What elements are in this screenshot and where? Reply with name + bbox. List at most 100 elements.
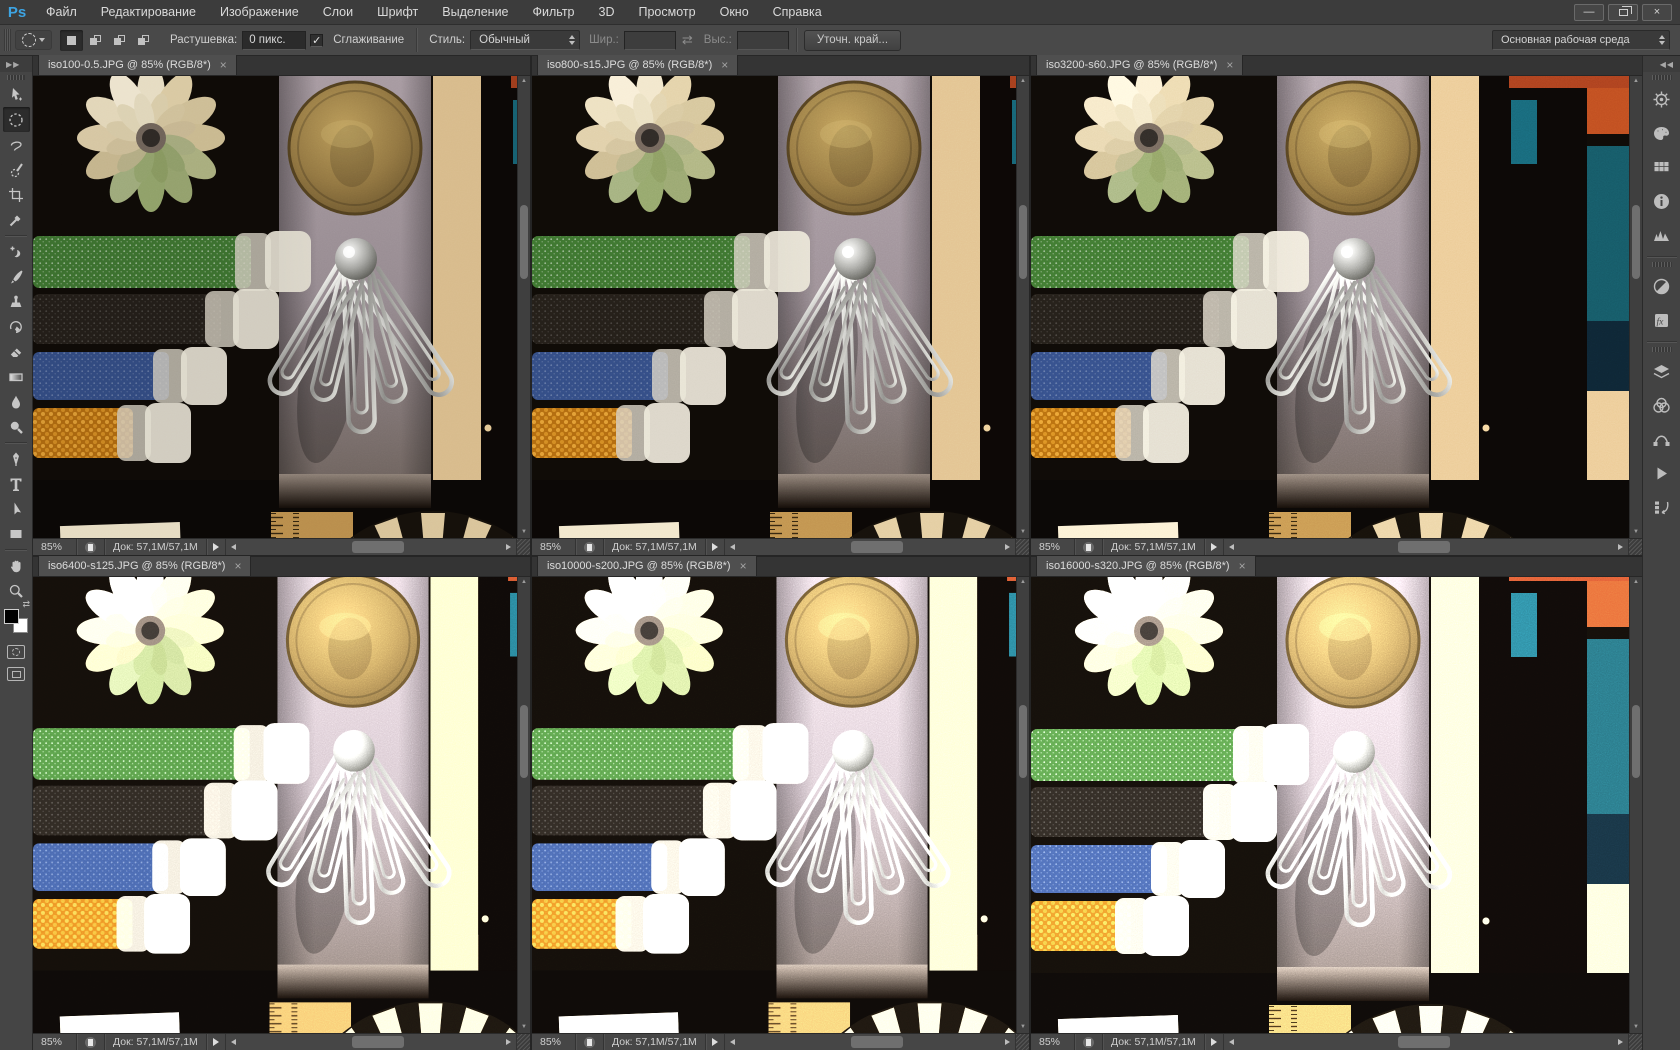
document-tab[interactable]: iso800-s15.JPG @ 85% (RGB/8*) × (537, 55, 739, 75)
menu-type[interactable]: Шрифт (365, 0, 430, 25)
status-flyout-icon[interactable] (711, 543, 718, 551)
quick-mask-button[interactable] (7, 645, 25, 659)
tool-healing-brush[interactable] (3, 239, 30, 264)
current-tool-chip[interactable] (15, 30, 52, 50)
tool-dodge[interactable] (3, 414, 30, 439)
vertical-scrollbar[interactable]: ▲ ▼ (1016, 76, 1029, 538)
menu-filter[interactable]: Фильтр (521, 0, 587, 25)
scroll-up-icon[interactable]: ▲ (1017, 577, 1029, 588)
zoom-level[interactable]: 85% (1031, 1034, 1075, 1050)
scroll-up-icon[interactable]: ▲ (1017, 76, 1029, 87)
document-tab[interactable]: iso100-0.5.JPG @ 85% (RGB/8*) × (38, 55, 237, 75)
menu-help[interactable]: Справка (761, 0, 834, 25)
scroll-left-icon[interactable] (729, 544, 735, 550)
scroll-thumb[interactable] (851, 1036, 904, 1048)
menu-view[interactable]: Просмотр (627, 0, 708, 25)
tool-pen[interactable] (3, 446, 30, 471)
refine-edge-button[interactable]: Уточн. край... (803, 29, 902, 51)
scroll-left-icon[interactable] (1228, 544, 1234, 550)
navigator-panel-icon[interactable] (1647, 84, 1677, 114)
channels-panel-icon[interactable] (1647, 390, 1677, 420)
width-input[interactable] (623, 30, 676, 50)
canvas-iso6400[interactable]: ▲ ▼ (33, 577, 530, 1033)
tool-eraser[interactable] (3, 339, 30, 364)
scroll-thumb[interactable] (520, 205, 528, 280)
scroll-up-icon[interactable]: ▲ (518, 577, 530, 588)
intersect-selection-button[interactable] (132, 30, 155, 51)
scroll-left-icon[interactable] (230, 1039, 236, 1045)
tool-lasso[interactable] (3, 132, 30, 157)
add-selection-button[interactable] (84, 30, 107, 51)
scroll-right-icon[interactable] (1618, 544, 1623, 550)
scroll-down-icon[interactable]: ▼ (1630, 527, 1642, 538)
resize-grip[interactable] (1628, 1034, 1642, 1050)
histogram-panel-icon[interactable] (1647, 220, 1677, 250)
horizontal-scrollbar[interactable] (1222, 1034, 1628, 1050)
tool-gradient[interactable] (3, 364, 30, 389)
status-flyout-icon[interactable] (1210, 1038, 1217, 1046)
horizontal-scrollbar[interactable] (1222, 539, 1628, 555)
scroll-left-icon[interactable] (230, 544, 236, 550)
vertical-scrollbar[interactable]: ▲ ▼ (1629, 577, 1642, 1033)
horizontal-scrollbar[interactable] (224, 1034, 516, 1050)
canvas-iso100[interactable]: ▲ ▼ (33, 76, 530, 538)
menu-select[interactable]: Выделение (430, 0, 520, 25)
actions-panel-icon[interactable] (1647, 458, 1677, 488)
resize-grip[interactable] (516, 539, 530, 555)
tool-hand[interactable] (3, 553, 30, 578)
tool-blur[interactable] (3, 389, 30, 414)
tool-type[interactable] (3, 471, 30, 496)
zoom-level[interactable]: 85% (532, 539, 576, 555)
scroll-down-icon[interactable]: ▼ (1630, 1022, 1642, 1033)
workspace-dropdown[interactable]: Основная рабочая среда (1492, 30, 1670, 50)
feather-input[interactable] (242, 30, 307, 50)
zoom-level[interactable]: 85% (33, 1034, 77, 1050)
document-tab[interactable]: iso3200-s60.JPG @ 85% (RGB/8*) × (1036, 55, 1244, 75)
scroll-down-icon[interactable]: ▼ (518, 1022, 530, 1033)
menu-edit[interactable]: Редактирование (89, 0, 208, 25)
restore-icon[interactable] (1608, 3, 1638, 21)
info-panel-icon[interactable] (1647, 186, 1677, 216)
subtract-selection-button[interactable] (108, 30, 131, 51)
canvas-iso3200[interactable]: ▲ ▼ (1031, 76, 1642, 538)
scroll-up-icon[interactable]: ▲ (518, 76, 530, 87)
doc-size[interactable]: Док: 57,1M/57,1M (604, 1034, 706, 1050)
zoom-level[interactable]: 85% (1031, 539, 1075, 555)
antialias-checkbox[interactable]: ✓ (310, 33, 324, 47)
vertical-scrollbar[interactable]: ▲ ▼ (517, 76, 530, 538)
paths-panel-icon[interactable] (1647, 424, 1677, 454)
scroll-thumb[interactable] (1632, 205, 1640, 280)
horizontal-scrollbar[interactable] (723, 1034, 1015, 1050)
tool-quick-selection[interactable] (3, 157, 30, 182)
scroll-right-icon[interactable] (1005, 544, 1010, 550)
canvas-iso10000[interactable]: ▲ ▼ (532, 577, 1029, 1033)
scroll-down-icon[interactable]: ▼ (1017, 527, 1029, 538)
horizontal-scrollbar[interactable] (224, 539, 516, 555)
scroll-down-icon[interactable]: ▼ (1017, 1022, 1029, 1033)
close-icon[interactable]: × (1226, 59, 1233, 71)
canvas-iso800[interactable]: ▲ ▼ (532, 76, 1029, 538)
close-icon[interactable]: × (740, 560, 747, 572)
scroll-right-icon[interactable] (1618, 1039, 1623, 1045)
tool-crop[interactable] (3, 182, 30, 207)
scroll-right-icon[interactable] (506, 1039, 511, 1045)
resize-grip[interactable] (516, 1034, 530, 1050)
close-icon[interactable]: × (234, 560, 241, 572)
scroll-thumb[interactable] (520, 704, 528, 778)
new-selection-button[interactable] (60, 29, 83, 51)
tool-rectangle-shape[interactable] (3, 521, 30, 546)
status-flyout-icon[interactable] (711, 1038, 718, 1046)
height-input[interactable] (736, 30, 789, 50)
doc-size[interactable]: Док: 57,1M/57,1M (604, 539, 706, 555)
close-icon[interactable]: × (1239, 560, 1246, 572)
vertical-scrollbar[interactable]: ▲ ▼ (1629, 76, 1642, 538)
canvas-iso16000[interactable]: ▲ ▼ (1031, 577, 1642, 1033)
scroll-up-icon[interactable]: ▲ (1630, 76, 1642, 87)
zoom-level[interactable]: 85% (33, 539, 77, 555)
foreground-color-swatch[interactable] (4, 609, 19, 624)
menu-image[interactable]: Изображение (208, 0, 311, 25)
menu-layers[interactable]: Слои (311, 0, 365, 25)
scroll-thumb[interactable] (1398, 541, 1451, 553)
scroll-thumb[interactable] (1632, 704, 1640, 778)
swap-dimensions-icon[interactable]: ⇄ (682, 32, 693, 48)
